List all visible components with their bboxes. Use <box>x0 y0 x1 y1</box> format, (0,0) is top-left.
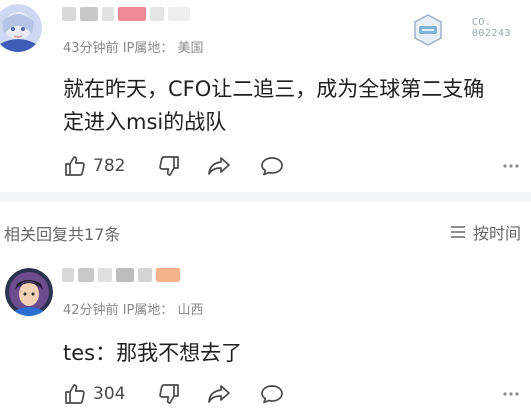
speech-bubble-icon <box>261 385 283 404</box>
comment-actions: 304 <box>63 380 521 408</box>
comment-card: 43分钟前 IP属地： 美国 CO. 002243 就在昨天，CFO让二追三，成… <box>0 0 531 192</box>
comment-actions: 782 <box>63 152 521 180</box>
comment-time: 43分钟前 <box>63 41 119 56</box>
badge-code: CO. 002243 <box>471 17 511 39</box>
username-fragment <box>168 7 190 21</box>
thumbs-down-icon <box>159 384 179 404</box>
username-fragment <box>156 268 180 282</box>
username-fragment <box>78 268 94 282</box>
section-divider <box>0 192 531 202</box>
comment-text-line: 定进入msi的战队 <box>63 110 227 134</box>
thumbs-up-icon <box>65 384 85 404</box>
reply-button[interactable] <box>259 152 285 180</box>
like-count: 304 <box>93 384 126 404</box>
speech-bubble-icon <box>261 157 283 176</box>
comment-meta: 43分钟前 IP属地： 美国 <box>63 37 204 56</box>
comment-text: tes：那我不想去了 <box>63 337 515 370</box>
like-count: 782 <box>93 156 126 176</box>
share-arrow-icon <box>208 385 230 403</box>
reply-card: 42分钟前 IP属地： 山西 tes：那我不想去了 304 <box>0 252 531 420</box>
user-avatar[interactable] <box>5 268 53 316</box>
username-fragment <box>62 268 74 282</box>
more-options-button[interactable] <box>501 152 521 180</box>
user-avatar[interactable] <box>0 4 42 52</box>
badge-icon <box>414 14 442 46</box>
more-options-button[interactable] <box>501 380 521 408</box>
reply-button[interactable] <box>259 380 285 408</box>
username-fragment <box>116 268 134 282</box>
like-button[interactable]: 782 <box>63 152 125 180</box>
replies-header: 相关回复共17条 按时间 <box>0 202 531 252</box>
comment-text-line: 就在昨天，CFO让二追三，成为全球第二支确 <box>63 77 485 101</box>
share-button[interactable] <box>206 380 232 408</box>
thumbs-down-icon <box>159 156 179 176</box>
username-fragment <box>118 7 146 21</box>
username-fragment <box>138 268 152 282</box>
more-dots-icon <box>503 164 519 168</box>
username-fragment <box>150 7 164 21</box>
like-button[interactable]: 304 <box>63 380 125 408</box>
hamburger-lines-icon <box>450 226 465 238</box>
share-button[interactable] <box>206 152 232 180</box>
thumbs-up-icon <box>65 156 85 176</box>
reply-count-label: 相关回复共17条 <box>4 225 121 244</box>
sort-label: 按时间 <box>472 224 521 243</box>
username-blurred[interactable] <box>62 6 190 22</box>
comment-text: 就在昨天，CFO让二追三，成为全球第二支确 定进入msi的战队 <box>63 73 515 139</box>
ip-label: IP属地： <box>122 303 174 318</box>
comment-meta: 42分钟前 IP属地： 山西 <box>63 299 204 318</box>
username-fragment <box>80 7 98 21</box>
sort-by-time-button[interactable]: 按时间 <box>449 220 521 244</box>
ip-location: 美国 <box>177 41 204 56</box>
username-fragment <box>62 7 76 21</box>
comment-time: 42分钟前 <box>63 303 119 318</box>
more-dots-icon <box>503 392 519 396</box>
share-arrow-icon <box>208 157 230 175</box>
username-fragment <box>98 268 112 282</box>
dislike-button[interactable] <box>157 152 181 180</box>
ip-location: 山西 <box>177 303 204 318</box>
dislike-button[interactable] <box>157 380 181 408</box>
username-blurred[interactable] <box>62 267 180 283</box>
ip-label: IP属地： <box>122 41 174 56</box>
comment-text-line: tes：那我不想去了 <box>63 341 243 365</box>
username-fragment <box>102 7 114 21</box>
